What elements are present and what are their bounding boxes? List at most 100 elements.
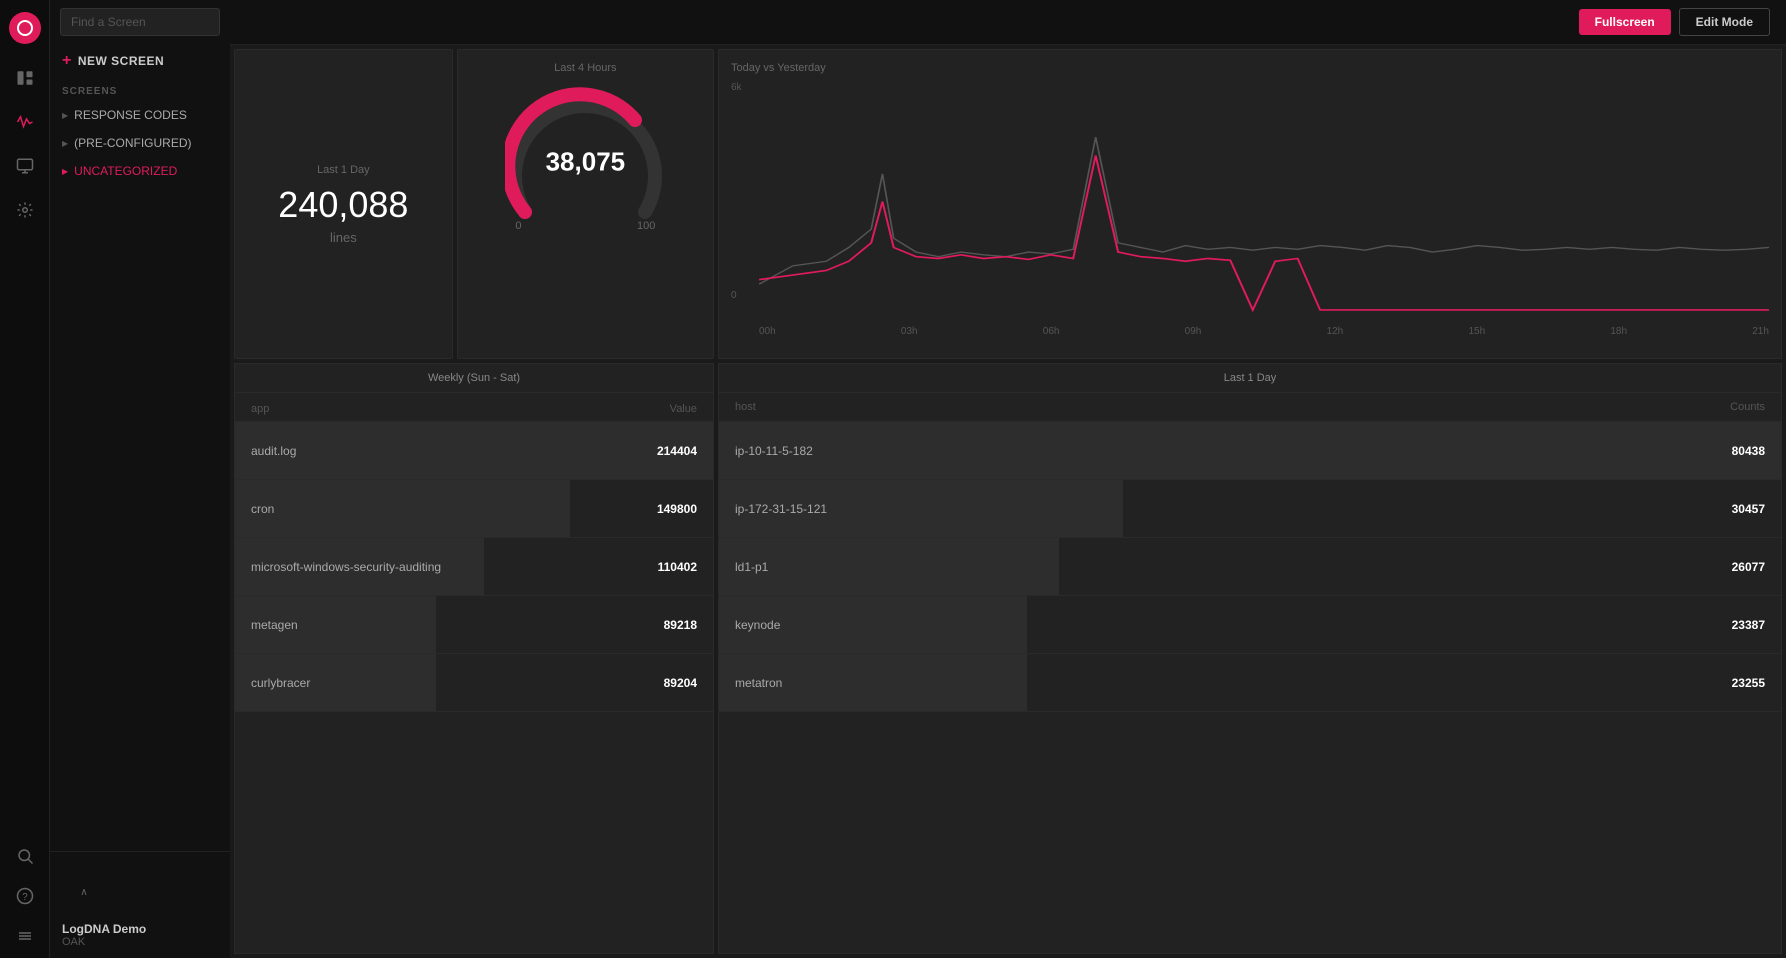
top-bar: Fullscreen Edit Mode (230, 0, 1786, 45)
bar (235, 422, 713, 479)
bar (235, 480, 570, 537)
bar (719, 422, 1781, 479)
svg-text:?: ? (22, 892, 28, 903)
gauge-max: 100 (637, 220, 655, 232)
row-value-0: 214404 (657, 444, 697, 458)
card-last1day-label: Last 1 Day (317, 164, 370, 176)
host-col-counts: Counts (1730, 401, 1765, 413)
search-box (60, 8, 220, 36)
sidebar-nav: + NEW SCREEN SCREENS ▶ RESPONSE CODES ▶ … (50, 0, 230, 958)
screens-label: SCREENS (50, 78, 230, 101)
sidebar-item-response-codes[interactable]: ▶ RESPONSE CODES (50, 101, 230, 129)
row-value-4: 89204 (664, 676, 697, 690)
sidebar-icon-help[interactable]: ? (7, 878, 43, 914)
host-value-4: 23255 (1732, 676, 1765, 690)
gauge-wrap: 38,075 0 100 (505, 82, 665, 242)
x-label-21h: 21h (1752, 326, 1769, 337)
plus-icon: + (62, 52, 72, 70)
card-last1day-value: 240,088 (278, 184, 408, 226)
host-label-3: keynode (735, 618, 780, 632)
host-label-4: metatron (735, 676, 782, 690)
dashboard: Last 1 Day 240,088 lines Last 4 Hours 38… (230, 45, 1786, 958)
sidebar-bottom-icons: ∧ (62, 862, 218, 922)
host-row: ld1-p1 26077 (719, 538, 1781, 596)
fullscreen-button[interactable]: Fullscreen (1579, 9, 1671, 35)
arrow-icon: ▶ (62, 111, 68, 120)
card-weekly: Weekly (Sun - Sat) app Value audit.log 2… (234, 363, 714, 954)
x-label-15h: 15h (1468, 326, 1485, 337)
weekly-col-value: Value (670, 403, 697, 415)
card-last-4-hours: Last 4 Hours 38,075 0 100 (457, 49, 714, 359)
x-label-03h: 03h (901, 326, 918, 337)
chart-plot: 00h 03h 06h 09h 12h 15h 18h 21h (759, 82, 1769, 321)
sidebar-item-pre-configured[interactable]: ▶ (PRE-CONFIGURED) (50, 129, 230, 157)
app-logo (9, 12, 41, 44)
row-label-3: metagen (251, 618, 298, 632)
host-row: metatron 23255 (719, 654, 1781, 712)
card-last1day-unit: lines (330, 230, 357, 245)
host-row: ip-10-11-5-182 80438 (719, 422, 1781, 480)
arrow-icon-2: ▶ (62, 139, 68, 148)
host-label-1: ip-172-31-15-121 (735, 502, 827, 516)
host-value-2: 26077 (1732, 560, 1765, 574)
chart-y-axis: 6k 0 (731, 82, 759, 321)
table-row: metagen 89218 (235, 596, 713, 654)
host-label-0: ip-10-11-5-182 (735, 444, 813, 458)
host-col-host: host (735, 401, 756, 413)
host-header: host Counts (719, 393, 1781, 422)
sidebar-icon-search[interactable] (7, 838, 43, 874)
row-value-2: 110402 (658, 560, 697, 574)
gauge-min: 0 (515, 220, 521, 232)
table-row: cron 149800 (235, 480, 713, 538)
row-label-2: microsoft-windows-security-auditing (251, 560, 441, 574)
chart-lines-svg (759, 82, 1769, 321)
row-label-1: cron (251, 502, 274, 516)
org-name: LogDNA Demo (62, 922, 218, 936)
table-row: microsoft-windows-security-auditing 1104… (235, 538, 713, 596)
sidebar-item-uncategorized[interactable]: ▶ UNCATEGORIZED (50, 157, 230, 185)
sidebar-icon-activity[interactable] (7, 104, 43, 140)
search-input[interactable] (60, 8, 220, 36)
top-left-cards: Last 1 Day 240,088 lines Last 4 Hours 38… (234, 49, 714, 359)
sidebar-left: ? + NEW SCREEN SCREENS ▶ RESPONSE CODES … (0, 0, 230, 958)
sidebar-icon-panels[interactable] (7, 60, 43, 96)
card-today-vs-yesterday: Today vs Yesterday 6k 0 00h (718, 49, 1782, 359)
weekly-col-app: app (251, 403, 269, 415)
weekly-title: Weekly (Sun - Sat) (235, 364, 713, 393)
row-label-0: audit.log (251, 444, 296, 458)
arrow-icon-3: ▶ (62, 167, 68, 176)
x-label-09h: 09h (1185, 326, 1202, 337)
row-label-4: curlybracer (251, 676, 310, 690)
table-row: curlybracer 89204 (235, 654, 713, 712)
chevron-up-icon[interactable]: ∧ (66, 874, 102, 910)
card-host: Last 1 Day host Counts ip-10-11-5-182 80… (718, 363, 1782, 954)
card-gauge-label: Last 4 Hours (554, 62, 616, 74)
host-row: keynode 23387 (719, 596, 1781, 654)
host-value-1: 30457 (1732, 502, 1765, 516)
card-last-1-day: Last 1 Day 240,088 lines (234, 49, 453, 359)
x-label-06h: 06h (1043, 326, 1060, 337)
chart-area: 6k 0 00h 03h 06h 09h (731, 82, 1769, 321)
new-screen-button[interactable]: + NEW SCREEN (50, 44, 230, 78)
sidebar-icon-monitor[interactable] (7, 148, 43, 184)
sidebar-bottom: ∧ LogDNA Demo OAK (50, 851, 230, 958)
host-value-0: 80438 (1732, 444, 1765, 458)
sidebar-icon-collapse[interactable] (7, 918, 43, 954)
host-label-2: ld1-p1 (735, 560, 768, 574)
x-label-12h: 12h (1327, 326, 1344, 337)
x-label-00h: 00h (759, 326, 776, 337)
gauge-number: 38,075 (546, 147, 626, 178)
chart-label: Today vs Yesterday (731, 62, 1769, 74)
sidebar-icon-settings[interactable] (7, 192, 43, 228)
bar (719, 538, 1059, 595)
sidebar-icons: ? (0, 0, 50, 958)
edit-mode-button[interactable]: Edit Mode (1679, 8, 1770, 36)
host-value-3: 23387 (1732, 618, 1765, 632)
table-row: audit.log 214404 (235, 422, 713, 480)
row-value-1: 149800 (657, 502, 697, 516)
host-title: Last 1 Day (719, 364, 1781, 393)
main-content: Fullscreen Edit Mode Last 1 Day 240,088 … (230, 0, 1786, 958)
row-value-3: 89218 (664, 618, 697, 632)
weekly-header: app Value (235, 393, 713, 422)
chart-x-axis: 00h 03h 06h 09h 12h 15h 18h 21h (759, 326, 1769, 337)
